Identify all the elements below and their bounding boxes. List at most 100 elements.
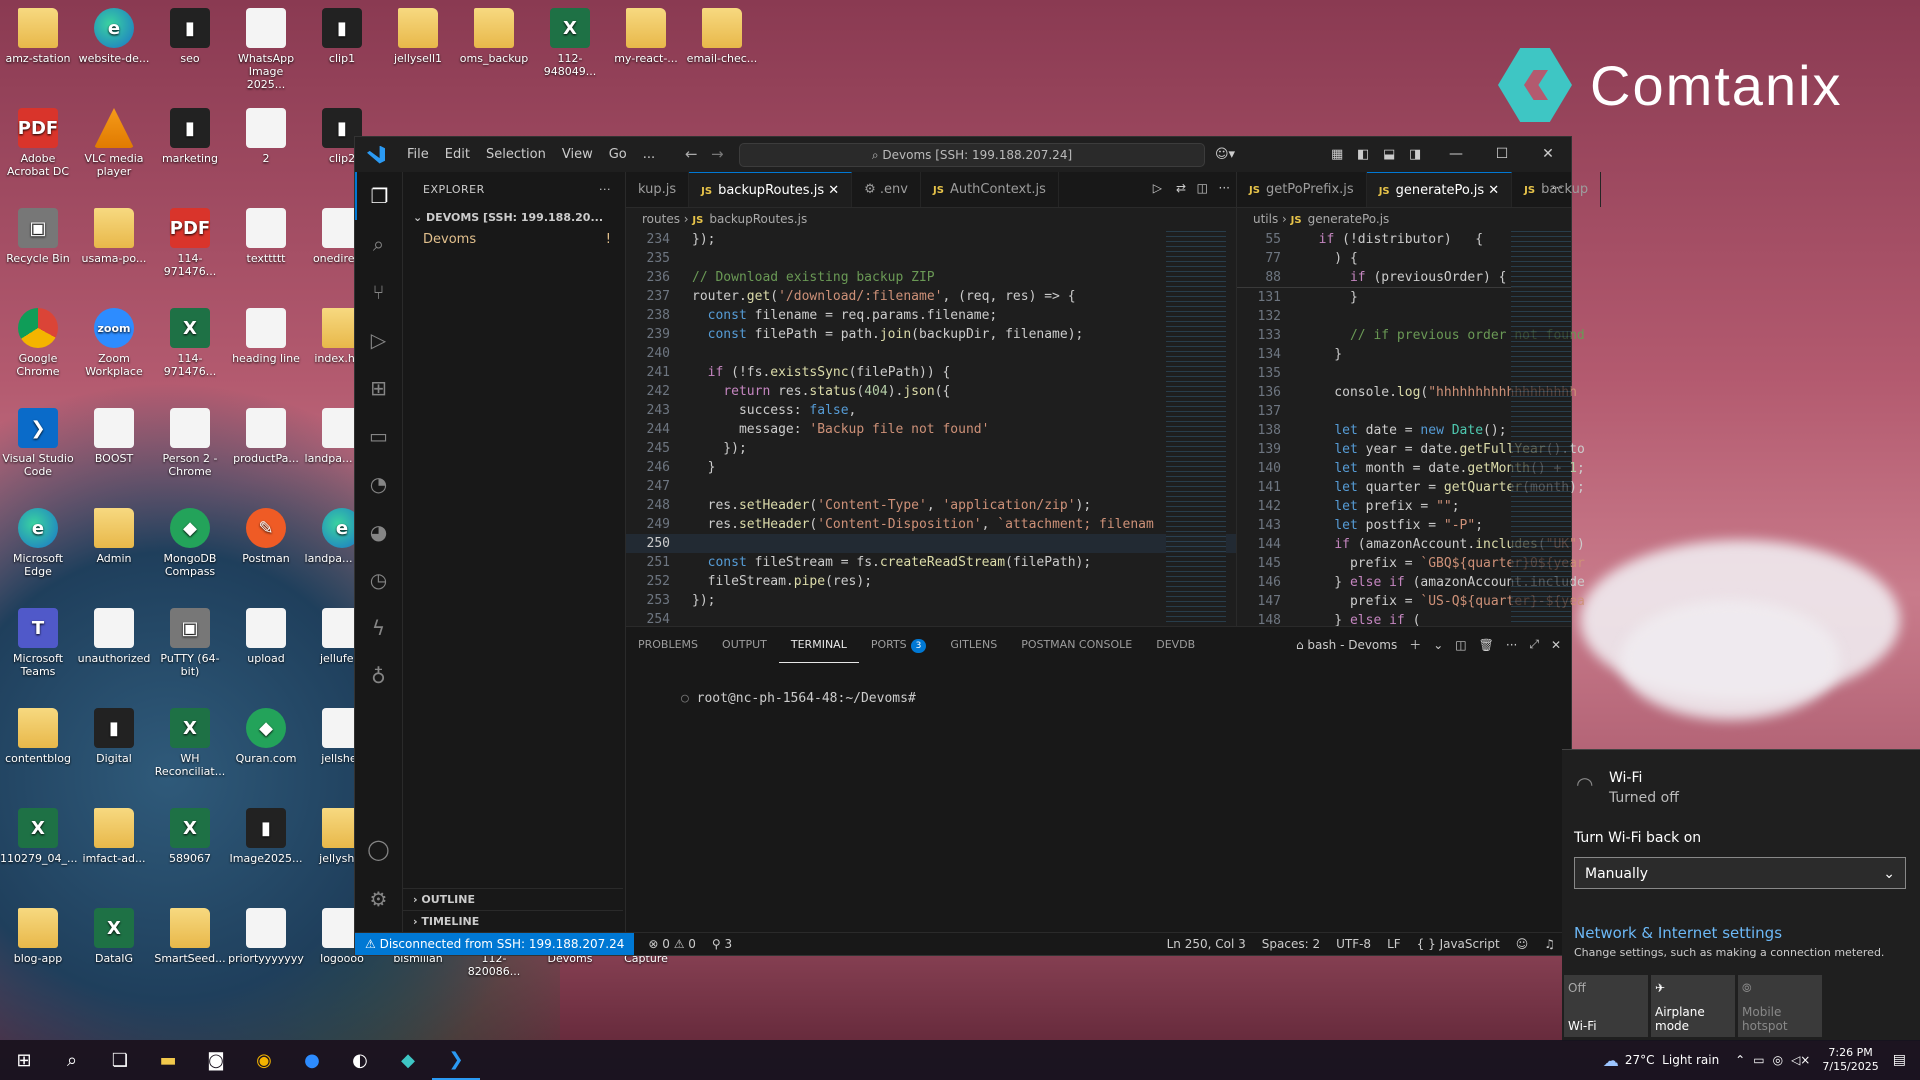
network-settings-link[interactable]: Network & Internet settings <box>1574 924 1782 942</box>
panel-tab[interactable]: PORTS 3 <box>859 627 939 662</box>
editor-tab[interactable]: kup.js <box>626 172 690 207</box>
panel-tab[interactable]: PROBLEMS <box>626 627 710 662</box>
editor-tab[interactable]: JS backupRoutes.js ✕ <box>689 172 853 207</box>
toggle-secondary-sidebar-icon[interactable]: ◨ <box>1409 137 1421 172</box>
desktop-icon[interactable]: X 114-971476... <box>152 308 228 378</box>
menu-edit[interactable]: Edit <box>437 147 478 162</box>
timeline-section[interactable]: › TIMELINE <box>403 910 623 933</box>
notification-center-icon[interactable]: ▤ <box>1893 1052 1906 1068</box>
code-line[interactable]: 243 success: false, <box>626 401 1236 420</box>
language-mode[interactable]: { } JavaScript <box>1417 937 1500 951</box>
desktop-icon[interactable]: unauthorized <box>76 608 152 665</box>
breadcrumb-file[interactable]: backupRoutes.js <box>709 212 807 226</box>
weather-text[interactable]: 27°C Light rain <box>1625 1053 1719 1067</box>
menu-view[interactable]: View <box>554 147 601 162</box>
code-line[interactable]: 251 const fileStream = fs.createReadStre… <box>626 553 1236 572</box>
panel-tab[interactable]: OUTPUT <box>710 627 779 662</box>
desktop-icon[interactable]: ▮ clip1 <box>304 8 380 65</box>
desktop-icon[interactable]: productPa... <box>228 408 304 465</box>
close-tab-icon[interactable]: ✕ <box>1484 183 1499 198</box>
mongodb-icon[interactable]: ◐ <box>336 1040 384 1080</box>
editor-tab[interactable]: JS generatePo.js ✕ <box>1366 172 1513 207</box>
code-line[interactable]: 241 if (!fs.existsSync(filePath)) { <box>626 363 1236 382</box>
mobile-hotspot-tile[interactable]: ⦾ Mobile hotspot <box>1738 975 1822 1037</box>
remote-indicator[interactable]: ⚠ Disconnected from SSH: 199.188.207.24 <box>355 933 635 955</box>
cursor-position[interactable]: Ln 250, Col 3 <box>1167 937 1246 951</box>
start-windows-icon[interactable]: ⊞ <box>0 1040 48 1080</box>
desktop-icon[interactable]: usama-po... <box>76 208 152 265</box>
close-tab-icon[interactable]: ✕ <box>824 183 839 198</box>
code-line[interactable]: 234}); <box>626 230 1236 249</box>
code-line[interactable]: 246 } <box>626 458 1236 477</box>
chevron-up-icon[interactable]: ⌃ <box>1735 1053 1745 1067</box>
desktop-icon[interactable]: ◆ MongoDB Compass <box>152 508 228 578</box>
code-line[interactable]: 240 <box>626 344 1236 363</box>
postman-icon[interactable]: ◕ <box>355 508 402 556</box>
code-line[interactable]: 235 <box>626 249 1236 268</box>
code-line[interactable]: 252 fileStream.pipe(res); <box>626 572 1236 591</box>
maximize-panel-icon[interactable]: ⤢ <box>1529 637 1539 652</box>
menu-go[interactable]: Go <box>601 147 635 162</box>
copilot-status-icon[interactable]: ☺ <box>1516 937 1529 951</box>
desktop-icon[interactable]: X 112-948049... <box>532 8 608 78</box>
breadcrumb-folder[interactable]: utils <box>1253 212 1278 226</box>
new-terminal-icon[interactable]: ＋ <box>1409 636 1421 653</box>
terminal-instance[interactable]: ⌂ bash - Devoms <box>1296 638 1397 652</box>
run-debug-icon[interactable]: ▷ <box>355 316 402 364</box>
more-actions-icon[interactable]: ··· <box>599 172 611 207</box>
code-line[interactable]: 253}); <box>626 591 1236 610</box>
timeline-icon[interactable]: ◷ <box>355 556 402 604</box>
store-icon[interactable]: ◙ <box>192 1040 240 1080</box>
desktop-icon[interactable]: contentblog <box>0 708 76 765</box>
desktop-icon[interactable]: Person 2 - Chrome <box>152 408 228 478</box>
desktop-icon[interactable]: imfact-ad... <box>76 808 152 865</box>
desktop-icon[interactable]: email-chec... <box>684 8 760 65</box>
line-ending[interactable]: LF <box>1387 937 1401 951</box>
editor-more-icon[interactable]: ··· <box>1552 181 1563 195</box>
desktop-icon[interactable]: heading line <box>228 308 304 365</box>
python-icon[interactable]: ♁ <box>355 652 402 700</box>
chevron-down-icon[interactable]: ⌄ <box>1433 638 1443 652</box>
desktop-icon[interactable]: ❯ Visual Studio Code <box>0 408 76 478</box>
zoom-icon[interactable]: ● <box>288 1040 336 1080</box>
split-editor-icon[interactable]: ◫ <box>1197 181 1208 195</box>
desktop-icon[interactable]: ✎ Postman <box>228 508 304 565</box>
extensions-icon[interactable]: ⊞ <box>355 364 402 412</box>
app-icon[interactable]: ◆ <box>384 1040 432 1080</box>
desktop-icon[interactable]: Admin <box>76 508 152 565</box>
code-left[interactable]: 234}); 235 236 // Download existing backup … <box>626 230 1236 629</box>
globe-network-icon[interactable]: ◎ <box>1773 1053 1783 1067</box>
outline-section[interactable]: › OUTLINE <box>403 888 623 911</box>
code-line[interactable]: 237 router.get('/download/:filename', (re… <box>626 287 1236 306</box>
desktop-icon[interactable]: ▣ Recycle Bin <box>0 208 76 265</box>
desktop-icon[interactable]: ▮ Image2025... <box>228 808 304 865</box>
settings-gear-icon[interactable]: ⚙ <box>355 875 402 923</box>
menu-more[interactable]: ... <box>635 147 663 162</box>
problems-indicator[interactable]: ⊗ 0 ⚠ 0 <box>648 937 696 951</box>
menu-file[interactable]: File <box>399 147 437 162</box>
minimap-right[interactable] <box>1511 229 1571 626</box>
command-center[interactable]: ⌕ Devoms [SSH: 199.188.207.24] <box>739 143 1205 167</box>
desktop-icon[interactable]: upload <box>228 608 304 665</box>
desktop-icon[interactable]: ▮ Digital <box>76 708 152 765</box>
gitlens-icon[interactable]: ◔ <box>355 460 402 508</box>
breadcrumb-folder[interactable]: routes <box>642 212 680 226</box>
code-line[interactable]: 248 res.setHeader('Content-Type', 'appli… <box>626 496 1236 515</box>
explorer-icon[interactable]: ❐ <box>355 172 402 220</box>
search-view-icon[interactable]: ⌕ <box>355 220 402 268</box>
editor-more-icon[interactable]: ··· <box>1219 181 1230 195</box>
desktop-icon[interactable]: Google Chrome <box>0 308 76 378</box>
code-line[interactable]: 244 message: 'Backup file not found' <box>626 420 1236 439</box>
minimize-button[interactable]: — <box>1433 137 1479 172</box>
toggle-panel-icon[interactable]: ⬓ <box>1383 137 1395 172</box>
maximize-button[interactable]: ☐ <box>1479 137 1525 172</box>
split-terminal-icon[interactable]: ◫ <box>1455 638 1466 652</box>
code-line[interactable]: 249 res.setHeader('Content-Disposition',… <box>626 515 1236 534</box>
chrome-icon[interactable]: ◉ <box>240 1040 288 1080</box>
desktop-icon[interactable]: texttttt <box>228 208 304 265</box>
forward-arrow-icon[interactable]: → <box>711 137 724 172</box>
code-line[interactable]: 242 return res.status(404).json({ <box>626 382 1236 401</box>
desktop-icon[interactable]: WhatsApp Image 2025... <box>228 8 304 91</box>
source-control-icon[interactable]: ⑂ <box>355 268 402 316</box>
indentation[interactable]: Spaces: 2 <box>1262 937 1320 951</box>
